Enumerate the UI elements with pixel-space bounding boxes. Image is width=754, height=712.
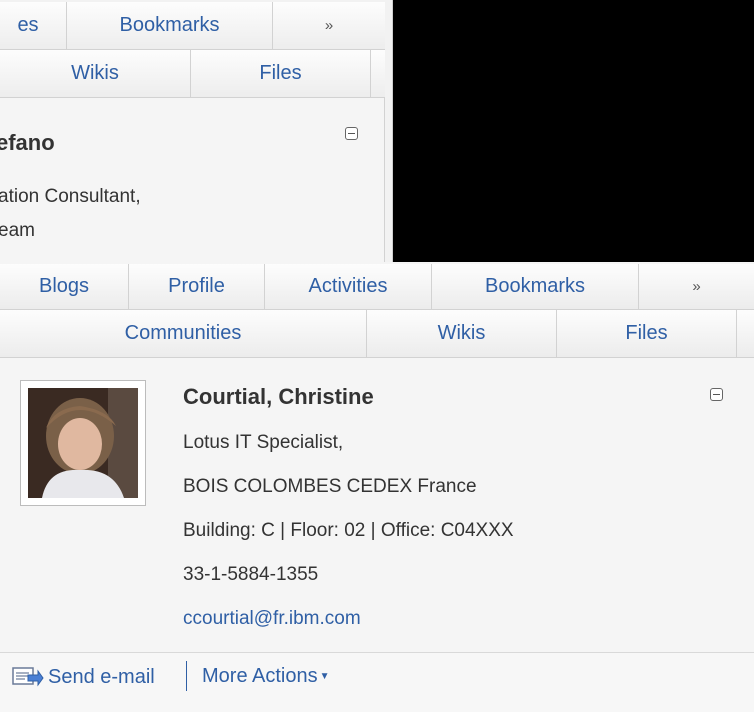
tab-label: es <box>17 14 39 36</box>
back-tab-row-1: es Bookmarks » <box>0 2 385 50</box>
avatar <box>28 388 138 498</box>
background-business-card: es Bookmarks » Wikis Files efano ation C… <box>0 0 393 262</box>
minus-box-icon[interactable] <box>710 388 723 401</box>
business-card: Blogs Profile Activities Bookmarks » Com… <box>0 262 754 712</box>
back-tab-partial[interactable]: es <box>0 2 67 49</box>
tab-blogs[interactable]: Blogs <box>0 264 129 309</box>
more-actions-menu[interactable]: More Actions ▼ <box>202 665 330 688</box>
tab-label: Wikis <box>71 62 119 84</box>
tab-row-2: Communities Wikis Files <box>0 310 754 358</box>
location: BOIS COLOMBES CEDEX France <box>183 476 477 497</box>
double-chevron-down-icon: » <box>324 17 334 34</box>
double-chevron-down-icon: » <box>692 278 701 295</box>
send-email-button[interactable]: Send e-mail <box>12 665 155 689</box>
tab-row-1: Blogs Profile Activities Bookmarks » <box>0 264 754 310</box>
tab-files[interactable]: Files <box>557 310 737 357</box>
more-actions-label: More Actions <box>202 665 318 687</box>
job-title: Lotus IT Specialist, <box>183 432 344 453</box>
tab-label: Files <box>625 322 668 344</box>
back-tab-files[interactable]: Files <box>191 50 371 97</box>
tab-activities[interactable]: Activities <box>265 264 432 309</box>
tab-label: Bookmarks <box>484 275 586 297</box>
tab-bookmarks[interactable]: Bookmarks <box>432 264 639 309</box>
back-tab-row-2: Wikis Files <box>0 50 385 98</box>
back-person-name: efano <box>0 130 55 155</box>
person-name[interactable]: Courtial, Christine <box>183 384 374 410</box>
tab-label: Communities <box>124 322 242 344</box>
action-bar: Send e-mail More Actions ▼ <box>0 652 754 712</box>
tab-label: Profile <box>168 275 225 297</box>
back-tab-bookmarks[interactable]: Bookmarks <box>67 2 273 49</box>
profile-photo[interactable] <box>20 380 146 506</box>
tab-wikis[interactable]: Wikis <box>367 310 557 357</box>
phone-number: 33-1-5884-1355 <box>183 564 319 585</box>
action-separator <box>186 661 187 691</box>
tab-label: Blogs <box>38 275 90 297</box>
email-link[interactable]: ccourtial@fr.ibm.com <box>183 608 361 630</box>
office-info: Building: C | Floor: 02 | Office: C04XXX <box>183 520 514 541</box>
minus-box-icon[interactable] <box>345 127 358 140</box>
tab-label: Activities <box>308 275 388 297</box>
send-email-label: Send e-mail <box>48 665 155 688</box>
tab-profile[interactable]: Profile <box>129 264 265 309</box>
send-email-icon <box>12 667 44 687</box>
caret-down-icon: ▼ <box>319 671 330 682</box>
back-person-team: eam <box>0 220 35 241</box>
back-tab-wikis[interactable]: Wikis <box>0 50 191 97</box>
profile-body: Courtial, Christine Lotus IT Specialist,… <box>0 358 754 652</box>
tab-label: Wikis <box>437 322 486 344</box>
back-more-tabs-button[interactable]: » <box>273 2 385 49</box>
tab-communities[interactable]: Communities <box>0 310 367 357</box>
back-card-body: efano ation Consultant, eam <box>0 98 385 262</box>
back-person-title: ation Consultant, <box>0 186 141 207</box>
tab-label: Bookmarks <box>119 14 220 36</box>
tab-label: Files <box>259 62 302 84</box>
more-tabs-button[interactable]: » <box>639 264 754 309</box>
